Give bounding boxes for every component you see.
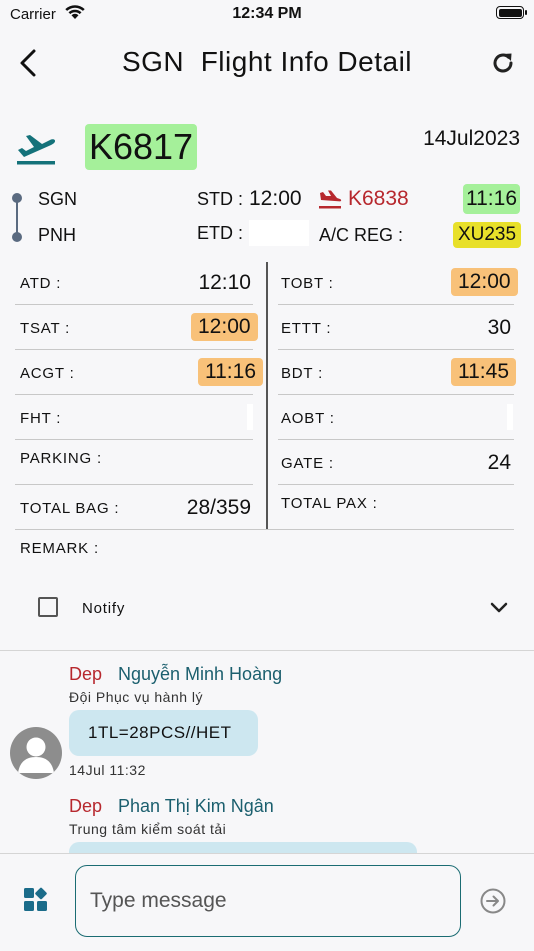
message-bubble[interactable]: 1TL=28PCS//HET: [69, 710, 258, 756]
gate-value: 24: [487, 451, 511, 474]
user-avatar-icon: [10, 727, 62, 779]
divider: [15, 304, 253, 305]
route-dot-destination: [12, 232, 22, 242]
divider: [15, 484, 253, 485]
destination-airport: PNH: [38, 225, 77, 245]
origin-airport: SGN: [38, 189, 78, 209]
message-tag: Dep: [69, 796, 103, 816]
route-dot-origin: [12, 193, 22, 203]
tsat-label: TSAT :: [20, 320, 71, 337]
divider: [15, 394, 253, 395]
page-title: SGN Flight Info Detail: [121, 46, 413, 77]
divider: [278, 484, 514, 485]
chevron-down-icon[interactable]: [488, 600, 510, 616]
divider: [278, 349, 514, 350]
divider: [278, 394, 514, 395]
acgt-label: ACGT :: [20, 365, 75, 382]
bdt-value: 11:45: [451, 358, 516, 386]
section-separator: [0, 650, 534, 651]
ettt-label: ETTT :: [281, 320, 332, 337]
refresh-icon[interactable]: [488, 48, 518, 78]
etd-label: ETD :: [197, 223, 244, 243]
apps-grid-icon[interactable]: [23, 887, 49, 913]
divider: [15, 529, 514, 530]
total-bag-value: 28/359: [186, 496, 251, 519]
message-text: 1TL=28PCS//HET: [88, 723, 232, 742]
parking-label: PARKING :: [20, 450, 102, 467]
message-input-container[interactable]: [75, 865, 461, 937]
message-input[interactable]: [88, 888, 432, 914]
column-divider: [266, 262, 268, 530]
clock: 12:34 PM: [232, 5, 302, 22]
ettt-value: 30: [487, 316, 511, 339]
std-value: 12:00: [249, 187, 302, 210]
aobt-value: [507, 404, 513, 430]
divider: [278, 439, 514, 440]
message-sender: Nguyễn Minh Hoàng: [118, 664, 283, 684]
divider: [278, 304, 514, 305]
acgt-value: 11:16: [198, 358, 263, 386]
etd-value: [249, 220, 309, 246]
notify-checkbox[interactable]: [38, 597, 58, 617]
message-tag: Dep: [69, 664, 103, 684]
message-sender: Phan Thị Kim Ngân: [118, 796, 274, 816]
plane-arrival-icon: [319, 190, 342, 209]
atd-value: 12:10: [198, 271, 251, 294]
remark-label: REMARK :: [20, 540, 99, 557]
divider: [15, 439, 253, 440]
total-bag-label: TOTAL BAG :: [20, 500, 120, 517]
acreg-badge: XU235: [453, 222, 521, 248]
bdt-label: BDT :: [281, 365, 324, 382]
gate-label: GATE :: [281, 455, 334, 472]
tsat-value: 12:00: [191, 313, 258, 341]
message-department: Đội Phục vụ hành lý: [69, 689, 204, 705]
tobt-label: TOBT :: [281, 275, 334, 292]
fht-value: [247, 404, 253, 430]
send-arrow-icon[interactable]: [479, 887, 507, 915]
message-time: 14Jul 11:32: [69, 762, 146, 778]
arrival-flight-number: K6838: [348, 187, 409, 210]
fht-label: FHT :: [20, 410, 62, 427]
std-label: STD :: [197, 189, 244, 209]
flight-date: 14Jul2023: [423, 127, 520, 150]
battery-icon: [496, 6, 527, 19]
atd-label: ATD :: [20, 275, 62, 292]
divider: [15, 349, 253, 350]
message-department: Trung tâm kiểm soát tải: [69, 821, 227, 837]
total-pax-label: TOTAL PAX :: [281, 495, 378, 512]
aobt-label: AOBT :: [281, 410, 335, 427]
arrival-time-badge: 11:16: [463, 184, 520, 214]
notify-label: Notify: [82, 600, 126, 617]
tobt-value: 12:00: [451, 268, 518, 296]
acreg-label: A/C REG :: [319, 225, 404, 245]
